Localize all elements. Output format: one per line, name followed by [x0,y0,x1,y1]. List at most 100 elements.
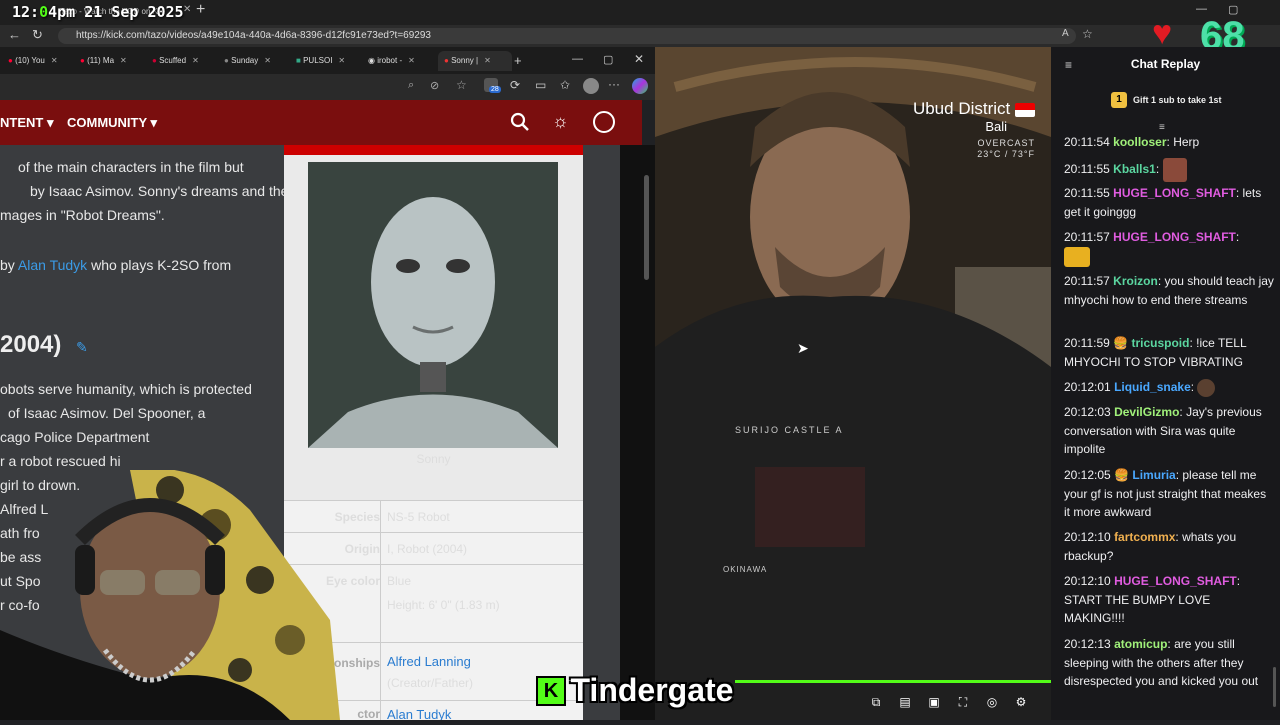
chat-message: 20:12:05 🍔 Limuria: please tell me your … [1064,468,1267,519]
burger-badge-icon: 🍔 [1114,468,1130,482]
favorites-icon[interactable]: ✩ [560,78,570,92]
shirt-text: SURIJO CASTLE A [735,425,844,435]
chat-message: 20:11:57 HUGE_LONG_SHAFT: [1064,228,1274,272]
progress-bar[interactable] [735,680,1051,683]
chat-message: 20:11:55 Kballs1: [1064,158,1274,182]
inner-tab[interactable]: ● Sunday ✕ [224,51,286,71]
kick-logo-icon: K [536,675,566,706]
inner-tab[interactable]: ◉ irobot - ✕ [368,51,430,71]
section-heading: 2004) [0,331,62,358]
inner-tab[interactable]: ● Scuffed ✕ [152,51,214,71]
split-icon[interactable]: ▭ [535,78,546,92]
actor-link[interactable]: Alan Tudyk [18,257,87,273]
paragraph-line: of Isaac Asimov. Del Spooner, a [8,405,206,421]
nav-community[interactable]: COMMUNITY ▾ [67,115,157,131]
chat-message: 20:12:10 fartcommx: whats you rbackup? [1064,530,1237,563]
paragraph-line: by Isaac Asimov. Sonny's dreams and the [30,183,289,199]
temperature-label: 23°C / 73°F [977,149,1035,159]
outer-address-bar: ← ↻ https://kick.com/tazo/videos/a49e104… [0,25,1280,47]
new-tab-icon[interactable]: + [514,53,522,68]
caption-icon[interactable]: ▣ [927,695,941,709]
chat-message: 20:11:54 koolloser: Herp [1064,135,1200,149]
url-field[interactable]: https://kick.com/tazo/videos/a49e104a-44… [58,28,1076,44]
creator-link[interactable]: Alfred Lanning [387,654,471,669]
sort-icon[interactable]: ≡ [1159,122,1165,133]
extensions-icon[interactable]: ⟳ [510,78,520,92]
chat-message: 20:12:13 atomicup: are you still sleepin… [1064,637,1259,688]
chat-message: 20:11:55 HUGE_LONG_SHAFT: lets get it go… [1064,186,1262,219]
shirt-text: OKINAWA [723,565,768,574]
inner-tab[interactable]: ● (10) You ✕ [8,51,70,71]
mouse-cursor: ➤ [797,340,809,356]
chat-message: 20:12:03 DevilGizmo: Jay's previous conv… [1064,405,1262,456]
clock-overlay: 12:04pm 21 Sep 2025 [12,3,184,21]
close-icon[interactable]: ✕ [634,52,644,66]
paragraph-line: cago Police Department [0,429,150,445]
favorite-icon[interactable]: ☆ [1082,27,1093,41]
inner-tab-active[interactable]: ● Sonny | ✕ [438,51,512,71]
block-icon[interactable]: ⊘ [430,79,439,92]
title-banner: K Tindergate [536,672,733,708]
settings-icon[interactable]: ⚙ [1014,695,1028,709]
location-region: Bali [985,119,1007,134]
zoom-icon[interactable]: ⌕ [408,79,414,92]
gift-badge: 1 [1111,92,1127,108]
chat-message: 20:11:59 🍔 tricuspoid: !ice TELL MHYOCHI… [1064,336,1247,369]
profile-avatar[interactable] [583,78,599,94]
infobox-header [284,145,583,155]
voiced-line: by Alan Tudyk who plays K-2SO from [0,257,232,273]
banner-text: Tindergate [570,672,734,708]
character-image [308,162,558,448]
heart-icon: ♥ [1152,14,1173,52]
back-icon[interactable]: ← [8,27,21,42]
outer-tab-bar: Tazo - Watch the VOD on Ki ✕ + — ▢ [0,0,1280,25]
chat-scrollbar[interactable] [1273,667,1276,707]
emote-icon [1197,378,1216,397]
new-tab-icon[interactable]: + [196,1,205,19]
video-player[interactable]: Ubud District Bali OVERCAST 23°C / 73°F … [655,47,1051,720]
reload-icon[interactable]: ↻ [32,27,43,43]
chat-message: 20:12:10 HUGE_LONG_SHAFT: START THE BUMP… [1064,574,1241,625]
theme-icon[interactable]: ☼ [552,111,569,132]
emote-icon [1064,246,1090,267]
inner-tab[interactable]: ■ PULSOI ✕ [296,51,358,71]
inner-tab-bar: ● (10) You ✕ ● (11) Ma ✕ ● Scuffed ✕ ● Sund… [0,47,655,74]
chat-panel: ≡ Chat Replay 1 Gift 1 sub to take 1st ≡… [1051,47,1280,720]
weather-label: OVERCAST [977,138,1035,148]
paragraph-line: obots serve humanity, which is protected [0,381,252,397]
inner-tab[interactable]: ● (11) Ma ✕ [80,51,142,71]
search-icon[interactable] [510,112,530,137]
speed-icon[interactable]: ◎ [985,695,999,709]
read-aloud-icon[interactable]: A [1062,28,1069,39]
maximize-icon[interactable]: ▢ [603,53,613,66]
copilot-icon[interactable] [632,78,648,94]
scrollbar-thumb[interactable] [644,175,649,280]
flag-icon [1015,102,1035,117]
account-icon[interactable] [593,111,615,133]
edit-icon[interactable]: ✎ [76,339,88,356]
inner-toolbar: ⌕ ⊘ ☆ 28 ⟳ ▭ ✩ ··· [0,74,655,100]
paragraph-line: mages in "Robot Dreams". [0,207,165,223]
actor-link[interactable]: Alan Tudyk [387,707,451,720]
chat-message: 20:11:57 Kroizon: you should teach jay m… [1064,274,1274,307]
burger-badge-icon: 🍔 [1113,336,1129,350]
chat-title: Chat Replay [1130,57,1201,71]
location-title: Ubud District [913,99,1035,119]
paragraph-line: of the main characters in the film but [18,159,244,175]
theater-icon[interactable]: ▤ [898,695,912,709]
streamer-webcam [0,468,340,720]
emote-icon [1162,158,1187,182]
close-icon[interactable]: ✕ [183,4,191,15]
gift-banner[interactable]: Gift 1 sub to take 1st [1133,95,1222,105]
minimize-icon[interactable]: — [572,53,583,65]
wiki-nav-bar: NTENT ▾ COMMUNITY ▾ ☼ [0,100,642,145]
chat-message: 20:12:01 Liquid_snake: [1064,378,1274,397]
more-icon[interactable]: ··· [608,77,620,91]
pip-icon[interactable]: ⧉ [869,695,883,709]
fullscreen-icon[interactable]: ⛶ [956,695,970,709]
nav-content[interactable]: NTENT ▾ [0,115,53,131]
favorite-icon[interactable]: ☆ [456,78,467,92]
infobox-caption: Sonny [416,452,451,466]
page-scrollbar [620,145,655,720]
extension-badge: 28 [489,86,501,93]
